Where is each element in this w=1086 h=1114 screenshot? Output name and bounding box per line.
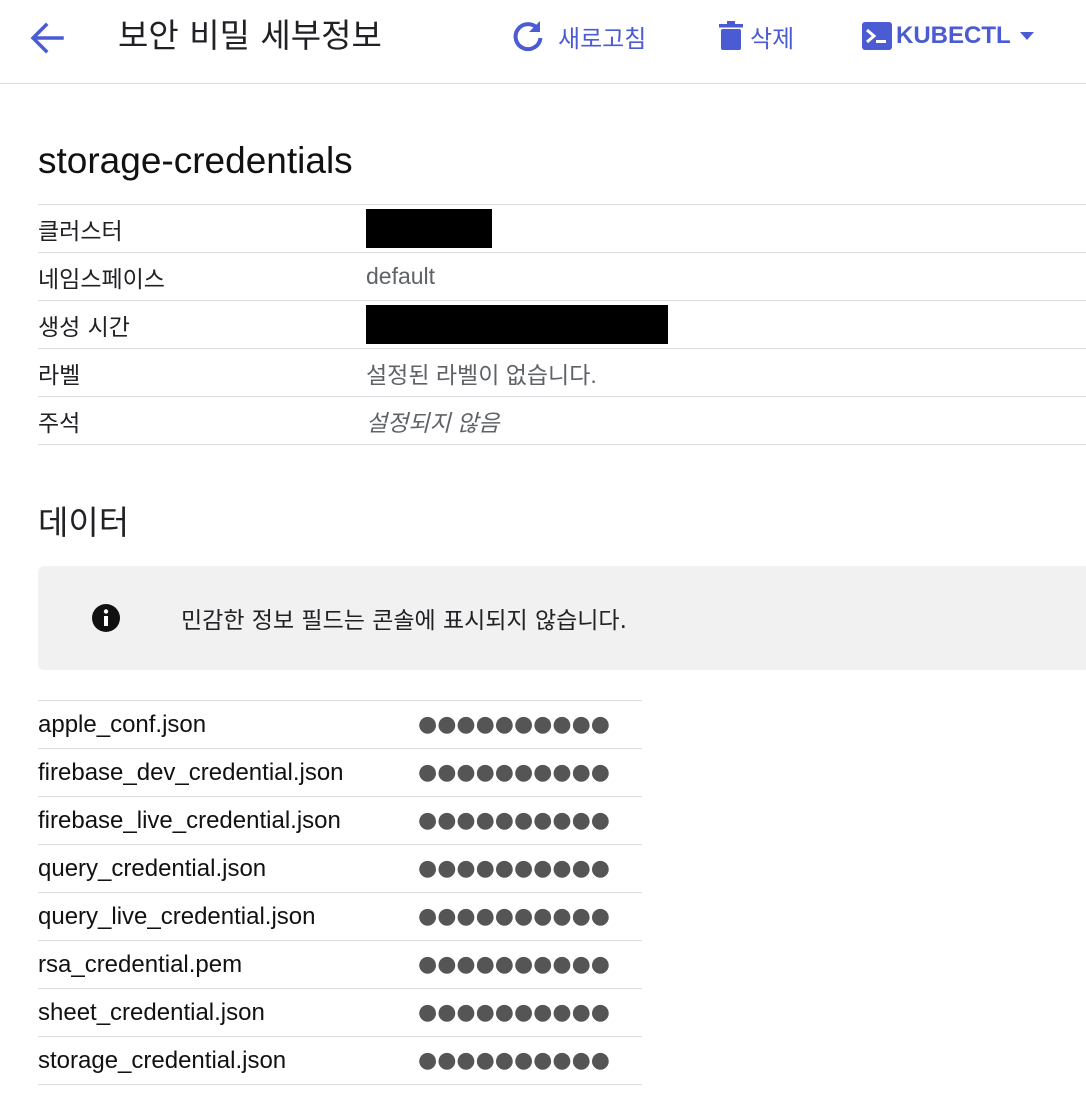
masked-value: ●●●●●●●●●● [418, 808, 610, 833]
data-key: query_credential.json [38, 854, 267, 882]
masked-value: ●●●●●●●●●● [418, 904, 610, 929]
data-key: firebase_live_credential.json [38, 806, 341, 834]
table-row: query_live_credential.json ●●●●●●●●●● [38, 893, 642, 941]
data-key: firebase_dev_credential.json [38, 758, 344, 786]
metadata-row-annotations: 주석 설정되지 않음 [38, 397, 1086, 445]
masked-value: ●●●●●●●●●● [418, 712, 610, 737]
masked-value: ●●●●●●●●●● [418, 856, 610, 881]
delete-button[interactable]: 삭제 [718, 16, 794, 56]
info-text: 민감한 정보 필드는 콘솔에 표시되지 않습니다. [181, 608, 627, 634]
data-key: storage_credential.json [38, 1046, 287, 1074]
refresh-button[interactable]: 새로고침 [510, 16, 646, 56]
metadata-table: 클러스터 네임스페이스 default 생성 시간 라벨 설정된 라벨이 없습니… [38, 204, 1086, 445]
table-row: rsa_credential.pem ●●●●●●●●●● [38, 941, 642, 989]
arrow-back-icon [30, 22, 64, 54]
data-section-title: 데이터 [38, 503, 130, 542]
back-button[interactable] [26, 18, 66, 58]
kubectl-dropdown[interactable]: KUBECTL [862, 16, 1035, 56]
kubectl-label: KUBECTL [896, 22, 1011, 49]
data-key: apple_conf.json [38, 710, 207, 738]
terminal-icon [862, 22, 892, 50]
refresh-icon [513, 21, 543, 52]
table-row: query_credential.json ●●●●●●●●●● [38, 845, 642, 893]
table-row: sheet_credential.json ●●●●●●●●●● [38, 989, 642, 1037]
metadata-row-labels: 라벨 설정된 라벨이 없습니다. [38, 349, 1086, 397]
delete-label: 삭제 [750, 24, 795, 53]
metadata-key: 클러스터 [38, 218, 123, 245]
table-row: firebase_live_credential.json ●●●●●●●●●● [38, 797, 642, 845]
info-banner: 민감한 정보 필드는 콘솔에 표시되지 않습니다. [38, 566, 1086, 670]
annotations-value: 설정되지 않음 [366, 409, 500, 436]
metadata-key: 주석 [38, 410, 81, 437]
data-key: rsa_credential.pem [38, 950, 243, 978]
refresh-label: 새로고침 [558, 24, 647, 53]
dropdown-caret-icon [1019, 32, 1034, 40]
metadata-row-cluster: 클러스터 [38, 205, 1086, 253]
masked-value: ●●●●●●●●●● [418, 1000, 610, 1025]
table-row: storage_credential.json ●●●●●●●●●● [38, 1037, 642, 1085]
data-key: query_live_credential.json [38, 902, 316, 930]
metadata-row-namespace: 네임스페이스 default [38, 253, 1086, 301]
table-row: apple_conf.json ●●●●●●●●●● [38, 701, 642, 749]
metadata-row-created: 생성 시간 [38, 301, 1086, 349]
top-toolbar: 보안 비밀 세부정보 새로고침 삭제 KUBECTL [0, 0, 1086, 84]
redacted-cluster-value [366, 209, 492, 248]
page-title: 보안 비밀 세부정보 [118, 16, 382, 55]
info-icon [92, 604, 120, 632]
metadata-key: 생성 시간 [38, 314, 130, 341]
redacted-created-value [366, 305, 668, 344]
labels-value: 설정된 라벨이 없습니다. [366, 361, 597, 388]
data-key: sheet_credential.json [38, 998, 265, 1026]
resource-name: storage-credentials [38, 140, 353, 181]
namespace-value: default [366, 263, 436, 289]
masked-value: ●●●●●●●●●● [418, 1048, 610, 1073]
trash-icon [719, 21, 743, 50]
masked-value: ●●●●●●●●●● [418, 760, 610, 785]
data-table: apple_conf.json ●●●●●●●●●● firebase_dev_… [38, 700, 642, 1085]
metadata-key: 네임스페이스 [38, 266, 165, 293]
table-row: firebase_dev_credential.json ●●●●●●●●●● [38, 749, 642, 797]
masked-value: ●●●●●●●●●● [418, 952, 610, 977]
metadata-key: 라벨 [38, 362, 81, 389]
